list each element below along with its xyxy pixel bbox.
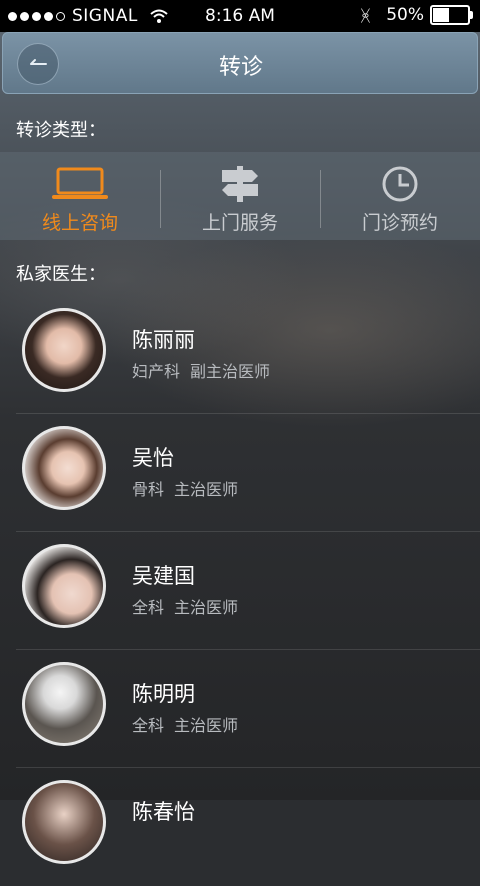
clock-icon — [382, 166, 418, 202]
nav-bar: 转诊 — [2, 32, 478, 94]
doctor-title: 主治医师 — [174, 598, 239, 617]
doctor-row[interactable]: 陈春怡 — [0, 768, 480, 886]
doctor-name: 陈明明 — [132, 682, 195, 706]
tab-clinic-appointment-label: 门诊预约 — [361, 212, 438, 234]
private-doctor-label: 私家医生： — [16, 264, 106, 285]
doctor-row[interactable]: 吴怡 骨科 主治医师 — [0, 414, 480, 532]
doctor-title: 副主治医师 — [190, 362, 271, 381]
tab-clinic-appointment[interactable]: 门诊预约 — [320, 152, 480, 240]
battery-percent: 50% — [386, 5, 424, 25]
doctor-name: 陈春怡 — [132, 800, 195, 824]
doctor-dept: 全科 — [132, 716, 165, 735]
doctor-meta: 全科 主治医师 — [132, 712, 238, 736]
tab-home-service-label: 上门服务 — [201, 212, 278, 234]
doctor-name: 陈丽丽 — [132, 328, 195, 352]
laptop-icon — [52, 167, 108, 199]
doctor-list: 陈丽丽 妇产科 副主治医师 吴怡 骨科 主治医师 吴建国 全科 主治医师 陈明明 全科… — [0, 296, 480, 886]
page-title: 转诊 — [218, 55, 263, 80]
battery-icon — [430, 5, 473, 25]
referral-type-tabs: 线上咨询 上门服务 门诊预约 — [0, 152, 480, 240]
doctor-dept: 全科 — [132, 598, 165, 617]
doctor-dept: 骨科 — [132, 480, 165, 499]
doctor-meta — [132, 830, 142, 849]
doctor-name: 吴怡 — [132, 446, 174, 470]
tab-divider — [160, 170, 161, 228]
tab-divider — [320, 170, 321, 228]
doctor-title: 主治医师 — [174, 480, 239, 499]
doctor-avatar — [22, 662, 106, 746]
doctor-dept: 妇产科 — [132, 362, 181, 381]
doctor-avatar — [22, 426, 106, 510]
doctor-avatar — [22, 544, 106, 628]
doctor-name: 吴建国 — [132, 564, 195, 588]
doctor-meta: 全科 主治医师 — [132, 594, 238, 618]
referral-type-label: 转诊类型： — [16, 120, 106, 141]
doctor-meta: 骨科 主治医师 — [132, 476, 238, 500]
tab-online-consult-label: 线上咨询 — [41, 212, 118, 234]
doctor-row[interactable]: 吴建国 全科 主治医师 — [0, 532, 480, 650]
doctor-row[interactable]: 陈丽丽 妇产科 副主治医师 — [0, 296, 480, 414]
doctor-meta: 妇产科 副主治医师 — [132, 358, 270, 382]
bluetooth-icon: ᚸ — [360, 5, 371, 25]
doctor-row[interactable]: 陈明明 全科 主治医师 — [0, 650, 480, 768]
status-bar: SIGNAL 8:16 AM ᚸ 50% — [0, 0, 480, 32]
doctor-avatar — [22, 308, 106, 392]
tab-home-service[interactable]: 上门服务 — [160, 152, 320, 240]
doctor-title: 主治医师 — [174, 716, 239, 735]
signpost-icon — [222, 166, 258, 202]
tab-online-consult[interactable]: 线上咨询 — [0, 152, 160, 240]
doctor-avatar — [22, 780, 106, 864]
